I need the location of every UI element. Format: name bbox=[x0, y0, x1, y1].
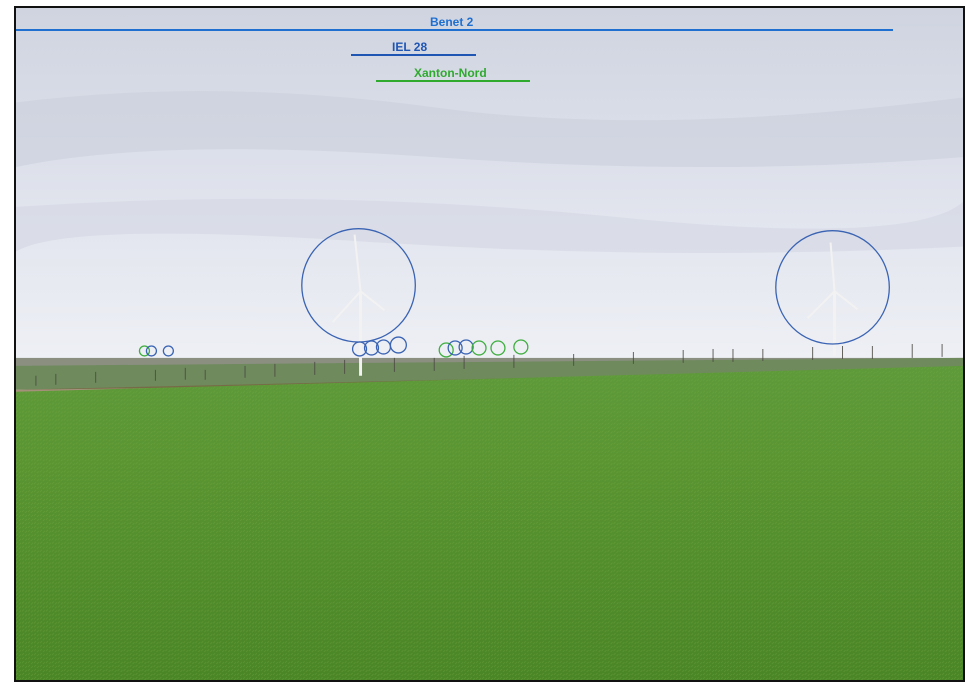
field-texture bbox=[16, 365, 963, 680]
sky bbox=[16, 8, 963, 361]
annotation-label-benet-2: Benet 2 bbox=[430, 15, 474, 29]
annotation-line-iel-28 bbox=[351, 54, 476, 56]
annotation-label-iel-28: IEL 28 bbox=[392, 40, 428, 54]
landscape-photo bbox=[16, 8, 963, 680]
annotation-label-xanton-nord: Xanton-Nord bbox=[414, 66, 487, 80]
annotation-line-benet-2 bbox=[16, 29, 893, 31]
annotation-line-xanton-nord bbox=[376, 80, 530, 82]
photo-frame: Benet 2 IEL 28 Xanton-Nord bbox=[14, 6, 965, 682]
